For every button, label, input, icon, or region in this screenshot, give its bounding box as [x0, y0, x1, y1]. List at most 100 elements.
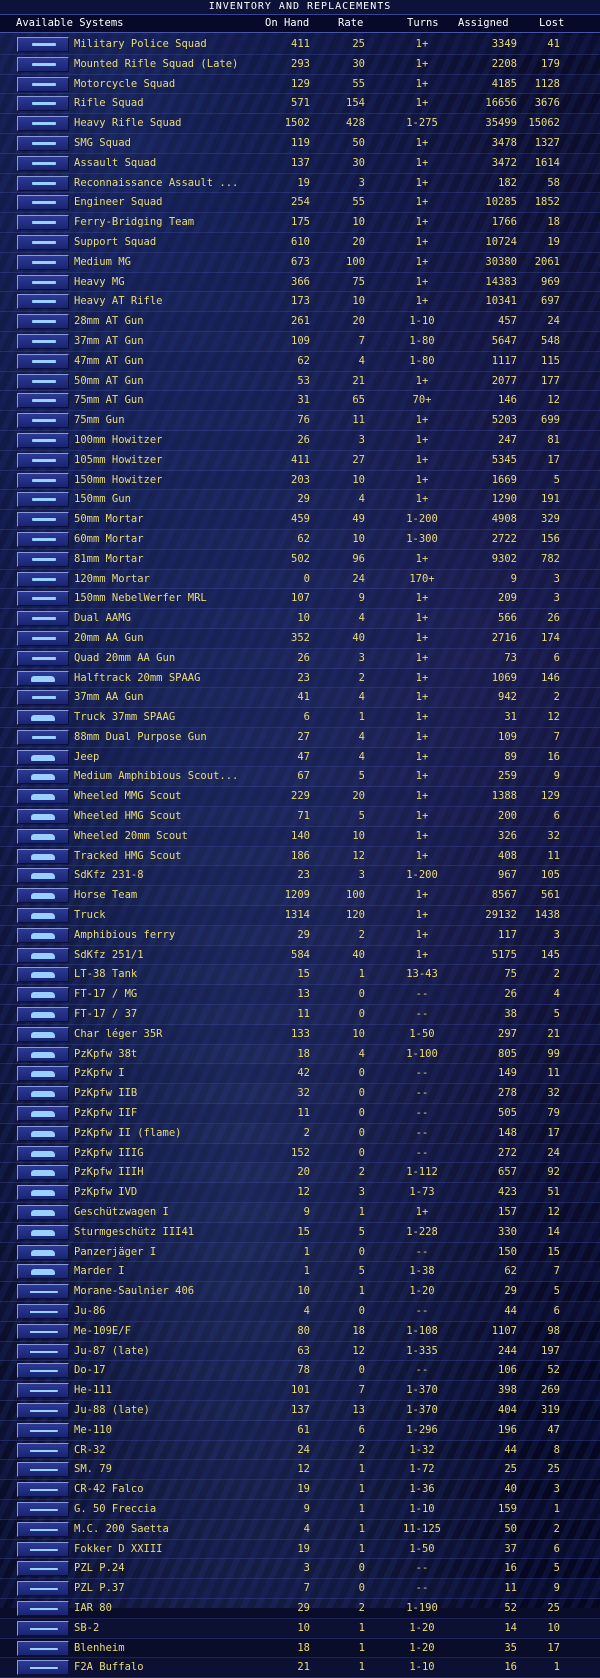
unit-button[interactable]: [17, 1106, 69, 1122]
system-row[interactable]: Halftrack 20mm SPAAG 23 2 1+ 1069 146: [0, 668, 600, 689]
column-header-lost[interactable]: Lost: [539, 15, 564, 32]
system-row[interactable]: 37mm AA Gun 41 4 1+ 942 2: [0, 688, 600, 709]
unit-button[interactable]: [17, 254, 69, 270]
system-row[interactable]: F2A Buffalo 21 1 1-10 16 1: [0, 1658, 600, 1678]
system-row[interactable]: PzKpfw I 42 0 -- 149 11: [0, 1064, 600, 1085]
system-row[interactable]: CR-32 24 2 1-32 44 8: [0, 1441, 600, 1461]
system-row[interactable]: Military Police Squad 411 25 1+ 3349 41: [0, 35, 600, 55]
system-row[interactable]: Truck 37mm SPAAG 6 1 1+ 31 12: [0, 708, 600, 728]
system-row[interactable]: Tracked HMG Scout 186 12 1+ 408 11: [0, 847, 600, 867]
unit-button[interactable]: [17, 1284, 69, 1300]
unit-button[interactable]: [17, 96, 69, 112]
unit-button[interactable]: [17, 828, 69, 844]
system-row[interactable]: CR-42 Falco 19 1 1-36 40 3: [0, 1480, 600, 1500]
system-row[interactable]: PzKpfw IIIG 152 0 -- 272 24: [0, 1143, 600, 1164]
system-row[interactable]: SdKfz 231-8 23 3 1-200 967 105: [0, 866, 600, 887]
system-row[interactable]: Medium Amphibious Scout... 67 5 1+ 259 9: [0, 767, 600, 788]
system-row[interactable]: PZL P.24 3 0 -- 16 5: [0, 1559, 600, 1580]
unit-button[interactable]: [17, 155, 69, 171]
unit-button[interactable]: [17, 175, 69, 191]
system-row[interactable]: 47mm AT Gun 62 4 1-80 1117 115: [0, 351, 600, 372]
system-row[interactable]: PzKpfw IVD 12 3 1-73 423 51: [0, 1183, 600, 1204]
system-row[interactable]: Heavy MG 366 75 1+ 14383 969: [0, 272, 600, 293]
unit-button[interactable]: [17, 1264, 69, 1280]
unit-button[interactable]: [17, 1165, 69, 1181]
system-row[interactable]: Ju-88 (late) 137 13 1-370 404 319: [0, 1401, 600, 1421]
unit-button[interactable]: [17, 611, 69, 627]
system-row[interactable]: PZL P.37 7 0 -- 11 9: [0, 1579, 600, 1599]
system-row[interactable]: 50mm Mortar 459 49 1-200 4908 329: [0, 510, 600, 530]
system-row[interactable]: Engineer Squad 254 55 1+ 10285 1852: [0, 193, 600, 214]
unit-button[interactable]: [17, 1304, 69, 1319]
system-row[interactable]: LT-38 Tank 15 1 13-43 75 2: [0, 965, 600, 986]
system-row[interactable]: SMG Squad 119 50 1+ 3478 1327: [0, 134, 600, 154]
system-row[interactable]: SdKfz 251/1 584 40 1+ 5175 145: [0, 945, 600, 966]
system-row[interactable]: Heavy Rifle Squad 1502 428 1-275 35499 15062: [0, 114, 600, 134]
system-row[interactable]: PzKpfw IIF 11 0 -- 505 79: [0, 1104, 600, 1124]
unit-button[interactable]: [17, 1620, 69, 1636]
unit-button[interactable]: [17, 116, 69, 132]
unit-button[interactable]: [17, 1442, 69, 1458]
system-row[interactable]: 88mm Dual Purpose Gun 27 4 1+ 109 7: [0, 728, 600, 748]
system-row[interactable]: 28mm AT Gun 261 20 1-10 457 24: [0, 312, 600, 332]
unit-button[interactable]: [17, 135, 69, 151]
unit-button[interactable]: [17, 1482, 69, 1498]
unit-button[interactable]: [17, 1640, 69, 1656]
unit-button[interactable]: [17, 1145, 69, 1161]
system-row[interactable]: M.C. 200 Saetta 4 1 11-125 50 2: [0, 1520, 600, 1540]
system-row[interactable]: Morane-Saulnier 406 10 1 1-20 29 5: [0, 1282, 600, 1302]
unit-button[interactable]: [17, 512, 69, 528]
unit-button[interactable]: [17, 1007, 69, 1023]
system-row[interactable]: Wheeled HMG Scout 71 5 1+ 200 6: [0, 807, 600, 827]
system-row[interactable]: Quad 20mm AA Gun 26 3 1+ 73 6: [0, 649, 600, 669]
unit-button[interactable]: [17, 274, 69, 290]
system-row[interactable]: Ju-86 4 0 -- 44 6: [0, 1302, 600, 1322]
unit-button[interactable]: [17, 927, 69, 943]
unit-button[interactable]: [17, 769, 69, 785]
system-row[interactable]: PzKpfw II (flame) 2 0 -- 148 17: [0, 1124, 600, 1144]
system-row[interactable]: 50mm AT Gun 53 21 1+ 2077 177: [0, 372, 600, 392]
unit-button[interactable]: [17, 1422, 69, 1438]
system-row[interactable]: 120mm Mortar 0 24 170+ 9 3: [0, 570, 600, 590]
system-row[interactable]: Amphibious ferry 29 2 1+ 117 3: [0, 926, 600, 946]
system-row[interactable]: PzKpfw IIB 32 0 -- 278 32: [0, 1084, 600, 1105]
unit-button[interactable]: [17, 967, 69, 983]
system-row[interactable]: 150mm NebelWerfer MRL 107 9 1+ 209 3: [0, 589, 600, 610]
unit-button[interactable]: [17, 809, 69, 825]
unit-button[interactable]: [17, 531, 69, 547]
unit-button[interactable]: [17, 1581, 69, 1597]
system-row[interactable]: Geschützwagen I 9 1 1+ 157 12: [0, 1203, 600, 1223]
unit-button[interactable]: [17, 472, 69, 488]
unit-button[interactable]: [17, 1501, 69, 1517]
unit-button[interactable]: [17, 1244, 69, 1260]
system-row[interactable]: 37mm AT Gun 109 7 1-80 5647 548: [0, 332, 600, 352]
unit-button[interactable]: [17, 888, 69, 904]
unit-button[interactable]: [17, 1185, 69, 1201]
unit-button[interactable]: [17, 234, 69, 250]
system-row[interactable]: 150mm Gun 29 4 1+ 1290 191: [0, 490, 600, 511]
column-header-on-hand[interactable]: On Hand: [265, 15, 309, 32]
unit-button[interactable]: [17, 56, 69, 72]
unit-button[interactable]: [17, 294, 69, 310]
unit-button[interactable]: [17, 1125, 69, 1141]
unit-button[interactable]: [17, 630, 69, 646]
system-row[interactable]: Fokker D XXIII 19 1 1-50 37 6: [0, 1539, 600, 1560]
system-row[interactable]: Horse Team 1209 100 1+ 8567 561: [0, 886, 600, 907]
unit-button[interactable]: [17, 650, 69, 666]
system-row[interactable]: Truck 1314 120 1+ 29132 1438: [0, 906, 600, 926]
unit-button[interactable]: [17, 1660, 69, 1676]
unit-button[interactable]: [17, 729, 69, 745]
system-row[interactable]: Reconnaissance Assault ... 19 3 1+ 182 58: [0, 174, 600, 194]
unit-button[interactable]: [17, 1561, 69, 1577]
system-row[interactable]: Heavy AT Rifle 173 10 1+ 10341 697: [0, 292, 600, 313]
system-row[interactable]: He-111 101 7 1-370 398 269: [0, 1381, 600, 1401]
system-row[interactable]: 75mm Gun 76 11 1+ 5203 699: [0, 411, 600, 431]
system-row[interactable]: Medium MG 673 100 1+ 30380 2061: [0, 253, 600, 273]
unit-button[interactable]: [17, 789, 69, 805]
unit-button[interactable]: [17, 1086, 69, 1102]
unit-button[interactable]: [17, 1066, 69, 1082]
system-row[interactable]: Wheeled MMG Scout 229 20 1+ 1388 129: [0, 787, 600, 808]
unit-button[interactable]: [17, 432, 69, 448]
unit-button[interactable]: [17, 987, 69, 1003]
unit-button[interactable]: [17, 1343, 69, 1359]
